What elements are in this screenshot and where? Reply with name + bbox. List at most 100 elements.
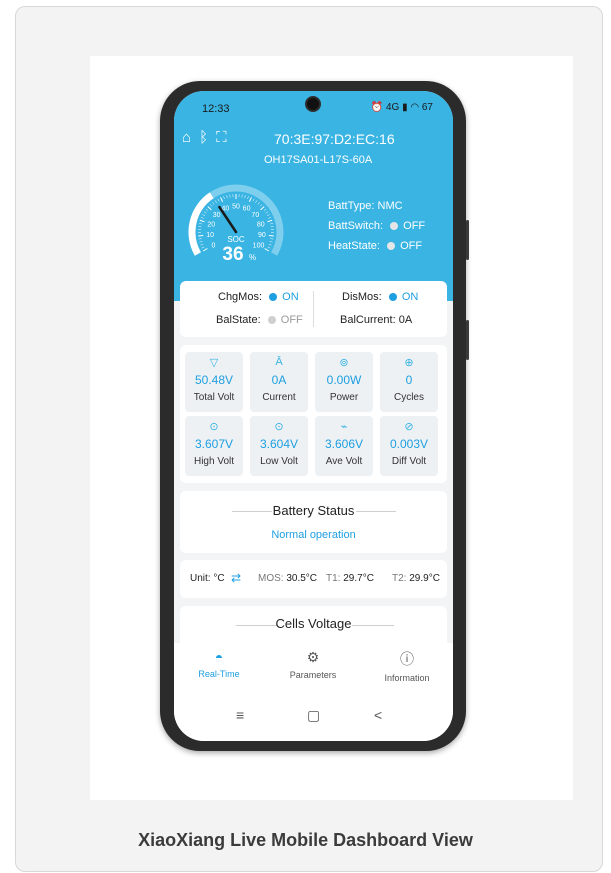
gauge-tick [257,202,260,205]
gauge-tick-label: 20 [207,221,215,228]
scan-icon[interactable]: ⛶ [216,129,227,146]
bottom-tab-bar: ◓ Real-Time ⚙ Parameters ⓘ Information [174,643,453,695]
metric-value: 3.604V [259,437,299,451]
gauge-tick [200,243,204,246]
mos-status-card: ChgMos: ON BalState: OFF DisMos: ON BalC… [180,281,447,337]
status-dot-icon [387,242,396,250]
mos-temp-label: MOS: [258,573,284,584]
batt-switch-label: BattSwitch: [328,220,384,232]
gauge-tick [226,195,228,199]
gauge-tick-label: 0 [212,243,216,250]
tab-label: Parameters [289,670,337,680]
metric-value: 0A [271,373,287,387]
voltage-icon: ▽ [209,357,219,369]
high-volt-icon: ⊙ [209,421,219,433]
heat-state-label: HeatState: [328,240,380,252]
metrics-grid: ▽ 50.48V Total Volt Ā 0A Current ⊚ 0.00W… [180,345,447,483]
metric-label: High Volt [193,456,235,467]
status-bar: 12:33 ⏰ 4G ▮ ◠ 67 [174,91,453,127]
menu-icon[interactable]: ≡ [236,707,244,723]
tab-label: Real-Time [198,669,240,679]
gauge-tick [199,241,203,243]
metric-label: Current [262,392,296,403]
header-icons: ⌂ ᛒ ⛶ [182,129,227,146]
gauge-tick [264,248,270,252]
tab-real-time[interactable]: ◓ Real-Time [174,649,264,679]
gauge-tick [200,217,204,219]
bal-state-row: BalState: OFF [216,314,303,326]
gauge-tick [259,204,263,207]
metric-label: Total Volt [193,392,235,403]
battery-status-title: Battery Status [272,503,355,518]
swap-unit-icon[interactable]: ⇄ [231,571,241,585]
back-icon[interactable]: < [374,707,382,723]
metric-tile-high-volt: ⊙ 3.607V High Volt [185,416,243,476]
heat-state-value: OFF [400,240,423,252]
speedometer-icon: ◓ [214,649,224,665]
gauge-tick [214,200,217,203]
system-nav-bar: ≡ ▢ < [174,695,453,741]
metric-tile-ave-volt: ⌁ 3.606V Ave Volt [315,416,373,476]
batt-switch-value: OFF [403,220,426,232]
home-icon[interactable]: ⌂ [182,129,191,146]
metric-tile-current: Ā 0A Current [250,352,308,412]
status-dot-icon [390,222,399,230]
figure-caption: XiaoXiang Live Mobile Dashboard View [138,830,473,850]
tab-label: Information [384,673,430,683]
bal-state-value: OFF [280,314,303,326]
cells-voltage-card[interactable]: Cells Voltage [180,606,447,648]
t2-temp: T2: 29.9°C [392,573,440,584]
gauge-tick [198,234,204,237]
status-dot-icon [388,293,397,301]
gauge-tick [270,223,274,225]
cycles-icon: ⊕ [404,357,414,369]
soc-gauge: 010203040 50 60708090100SOC36% [188,184,284,265]
gauge-tick [202,214,206,217]
status-time: 12:33 [202,103,230,115]
tab-parameters[interactable]: ⚙ Parameters [268,649,358,680]
gauge-tick-label: 10 [206,232,214,239]
metric-tile-diff-volt: ⊘ 0.003V Diff Volt [380,416,438,476]
metric-value: 0 [405,373,413,387]
power-button [466,320,469,360]
battery-status-value: Normal operation [271,529,356,541]
bal-current-label: BalCurrent: [340,314,396,326]
gauge-tick [263,208,267,212]
gauge-tick [268,243,272,246]
gauge-tick [209,204,213,207]
device-model: OH17SA01-L17S-60A [264,154,373,166]
metric-label: Low Volt [260,456,298,467]
gauge-tick-label: 70 [251,212,259,219]
tab-information[interactable]: ⓘ Information [362,649,452,683]
metric-value: 3.607V [194,437,234,451]
gauge-label: SOC [227,235,245,244]
home-nav-icon[interactable]: ▢ [307,707,320,724]
gauge-tick [207,206,212,211]
gauge-value: 36 [222,244,243,265]
gauge-tick [270,238,274,240]
gauge-tick [267,219,273,223]
bluetooth-icon[interactable]: ᛒ [199,129,208,146]
gauge-tick [266,214,270,217]
gauge-tick [269,241,273,243]
t1-temp-value: 29.7°C [343,573,374,584]
t2-temp-value: 29.9°C [409,573,440,584]
batt-switch-row: BattSwitch: OFF [328,216,425,236]
ave-volt-icon: ⌁ [340,421,348,433]
divider [313,291,314,327]
temperature-card: Unit: °C ⇄ MOS: 30.5°C T1: 29.7°C T2: 29… [180,560,447,598]
unit-label: Unit: °C [190,573,225,584]
batt-type-label: BattType: [328,200,375,212]
gauge-tick [223,196,225,200]
info-icon: ⓘ [400,651,414,667]
mos-temp: MOS: 30.5°C [258,573,317,584]
gauge-tick [255,200,258,203]
gauge-tick-label: 60 [243,206,251,213]
current-icon: Ā [275,356,283,368]
metric-label: Ave Volt [325,456,363,467]
gauge-tick-label: 80 [257,221,265,228]
status-dot-icon [269,293,278,301]
t2-temp-label: T2: [392,573,407,584]
gauge-tick [199,219,205,223]
divider [352,625,394,626]
